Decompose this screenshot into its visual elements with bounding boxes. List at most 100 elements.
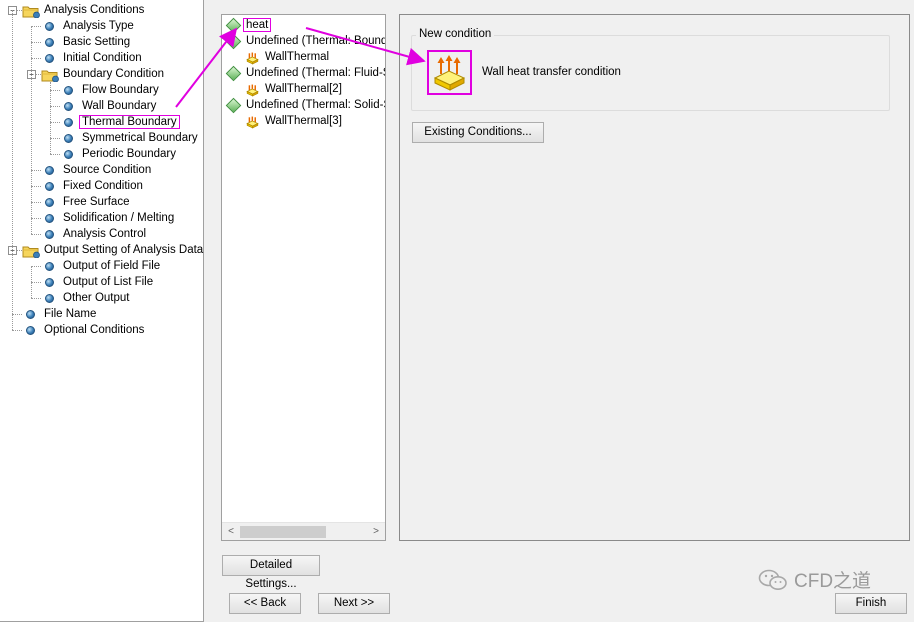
condition-group-icon [225, 65, 242, 82]
scroll-right-icon[interactable]: > [369, 523, 383, 540]
tree-item-label: Basic Setting [63, 36, 131, 48]
tree-item-label: Boundary Condition [63, 68, 165, 80]
tree-item[interactable]: Thermal Boundary [79, 114, 180, 130]
condition-item-label: Undefined (Thermal: Fluid-Sc [246, 67, 386, 79]
tree-item[interactable]: Wall Boundary [80, 98, 158, 114]
node-bullet-icon [45, 38, 54, 47]
tree-item[interactable]: Other Output [61, 290, 131, 306]
tree-item[interactable]: Optional Conditions [42, 322, 146, 338]
condition-group-icon [225, 17, 242, 34]
node-bullet-icon [64, 150, 73, 159]
tree-item[interactable]: Analysis Conditions [42, 2, 146, 18]
condition-item-label: heat [242, 18, 272, 32]
node-bullet-icon [45, 54, 54, 63]
wall-thermal-icon [245, 50, 260, 65]
tree-item[interactable]: Output of Field File [61, 258, 162, 274]
condition-item[interactable]: Undefined (Thermal: Solid-Sc [244, 97, 386, 113]
tree-item-label: Free Surface [63, 196, 130, 208]
scroll-thumb[interactable] [240, 526, 326, 538]
navigation-tree[interactable]: − Analysis Conditions Analysis Type Basic S… [0, 0, 204, 622]
tree-item-label: Other Output [63, 292, 130, 304]
tree-item-label: Thermal Boundary [79, 115, 180, 129]
next-button[interactable]: Next >> [318, 593, 390, 614]
node-bullet-icon [45, 294, 54, 303]
tree-item-label: Output of Field File [63, 260, 161, 272]
condition-item-label: WallThermal [265, 51, 330, 63]
tree-item-label: Output Setting of Analysis Data [44, 244, 204, 256]
folder-icon [41, 69, 59, 83]
horizontal-scrollbar[interactable]: < > [222, 522, 385, 540]
scroll-left-icon[interactable]: < [224, 523, 238, 540]
condition-item-label: WallThermal[3] [265, 115, 342, 127]
existing-conditions-button[interactable]: Existing Conditions... [412, 122, 544, 143]
tree-item[interactable]: Source Condition [61, 162, 153, 178]
node-bullet-icon [45, 230, 54, 239]
finish-button[interactable]: Finish [835, 593, 907, 614]
tree-item-label: Output of List File [63, 276, 154, 288]
node-bullet-icon [64, 118, 73, 127]
node-bullet-icon [26, 326, 35, 335]
new-condition-group-title: New condition [416, 28, 495, 40]
condition-item[interactable]: WallThermal[2] [263, 81, 344, 97]
tree-item-label: Periodic Boundary [82, 148, 176, 160]
wall-heat-transfer-button[interactable] [427, 50, 472, 95]
detailed-settings-button[interactable]: Detailed Settings... [222, 555, 320, 590]
tree-item[interactable]: Analysis Control [61, 226, 148, 242]
tree-item[interactable]: Output Setting of Analysis Data [42, 242, 205, 258]
tree-item[interactable]: Initial Condition [61, 50, 144, 66]
heat-transfer-icon [433, 55, 466, 91]
tree-item-label: Fixed Condition [63, 180, 143, 192]
watermark-text: CFD之道 [794, 571, 872, 592]
node-bullet-icon [45, 262, 54, 271]
node-bullet-icon [45, 22, 54, 31]
tree-item[interactable]: Solidification / Melting [61, 210, 176, 226]
tree-item-label: Solidification / Melting [63, 212, 175, 224]
node-bullet-icon [64, 134, 73, 143]
node-bullet-icon [64, 86, 73, 95]
node-bullet-icon [45, 278, 54, 287]
tree-item-label: Analysis Control [63, 228, 147, 240]
tree-item[interactable]: Fixed Condition [61, 178, 145, 194]
folder-icon [22, 245, 40, 259]
tree-item[interactable]: Analysis Type [61, 18, 136, 34]
condition-group-icon [225, 33, 242, 50]
back-button[interactable]: << Back [229, 593, 301, 614]
node-bullet-icon [45, 198, 54, 207]
node-bullet-icon [45, 166, 54, 175]
node-bullet-icon [45, 214, 54, 223]
new-condition-label[interactable]: Wall heat transfer condition [482, 66, 621, 78]
tree-item[interactable]: Basic Setting [61, 34, 132, 50]
condition-item-label: Undefined (Thermal: Solid-Sc [246, 99, 386, 111]
tree-item[interactable]: Periodic Boundary [80, 146, 178, 162]
condition-item[interactable]: WallThermal[3] [263, 113, 344, 129]
condition-item[interactable]: Undefined (Thermal: Bounda [244, 33, 386, 49]
condition-item[interactable]: heat [242, 17, 272, 33]
tree-item-label: File Name [44, 308, 97, 320]
tree-item-label: Analysis Type [63, 20, 134, 32]
tree-item[interactable]: Output of List File [61, 274, 155, 290]
tree-item-label: Analysis Conditions [44, 4, 145, 16]
tree-item[interactable]: Free Surface [61, 194, 131, 210]
node-bullet-icon [64, 102, 73, 111]
tree-item-label: Flow Boundary [82, 84, 159, 96]
tree-item-label: Source Condition [63, 164, 152, 176]
condition-item[interactable]: Undefined (Thermal: Fluid-Sc [244, 65, 386, 81]
tree-item[interactable]: Boundary Condition [61, 66, 166, 82]
tree-item-label: Optional Conditions [44, 324, 145, 336]
condition-item-label: WallThermal[2] [265, 83, 342, 95]
tree-item[interactable]: Flow Boundary [80, 82, 161, 98]
wall-thermal-icon [245, 82, 260, 97]
tree-item[interactable]: Symmetrical Boundary [80, 130, 200, 146]
folder-icon [22, 5, 40, 19]
tree-item[interactable]: File Name [42, 306, 98, 322]
condition-item-label: Undefined (Thermal: Bounda [246, 35, 386, 47]
condition-group-icon [225, 97, 242, 114]
tree-item-label: Initial Condition [63, 52, 142, 64]
wechat-icon [758, 569, 787, 590]
condition-item[interactable]: WallThermal [263, 49, 331, 65]
wall-thermal-icon [245, 114, 260, 129]
node-bullet-icon [26, 310, 35, 319]
tree-item-label: Symmetrical Boundary [82, 132, 198, 144]
condition-list[interactable]: heat Undefined (Thermal: Bounda WallTherma… [221, 14, 386, 541]
node-bullet-icon [45, 182, 54, 191]
